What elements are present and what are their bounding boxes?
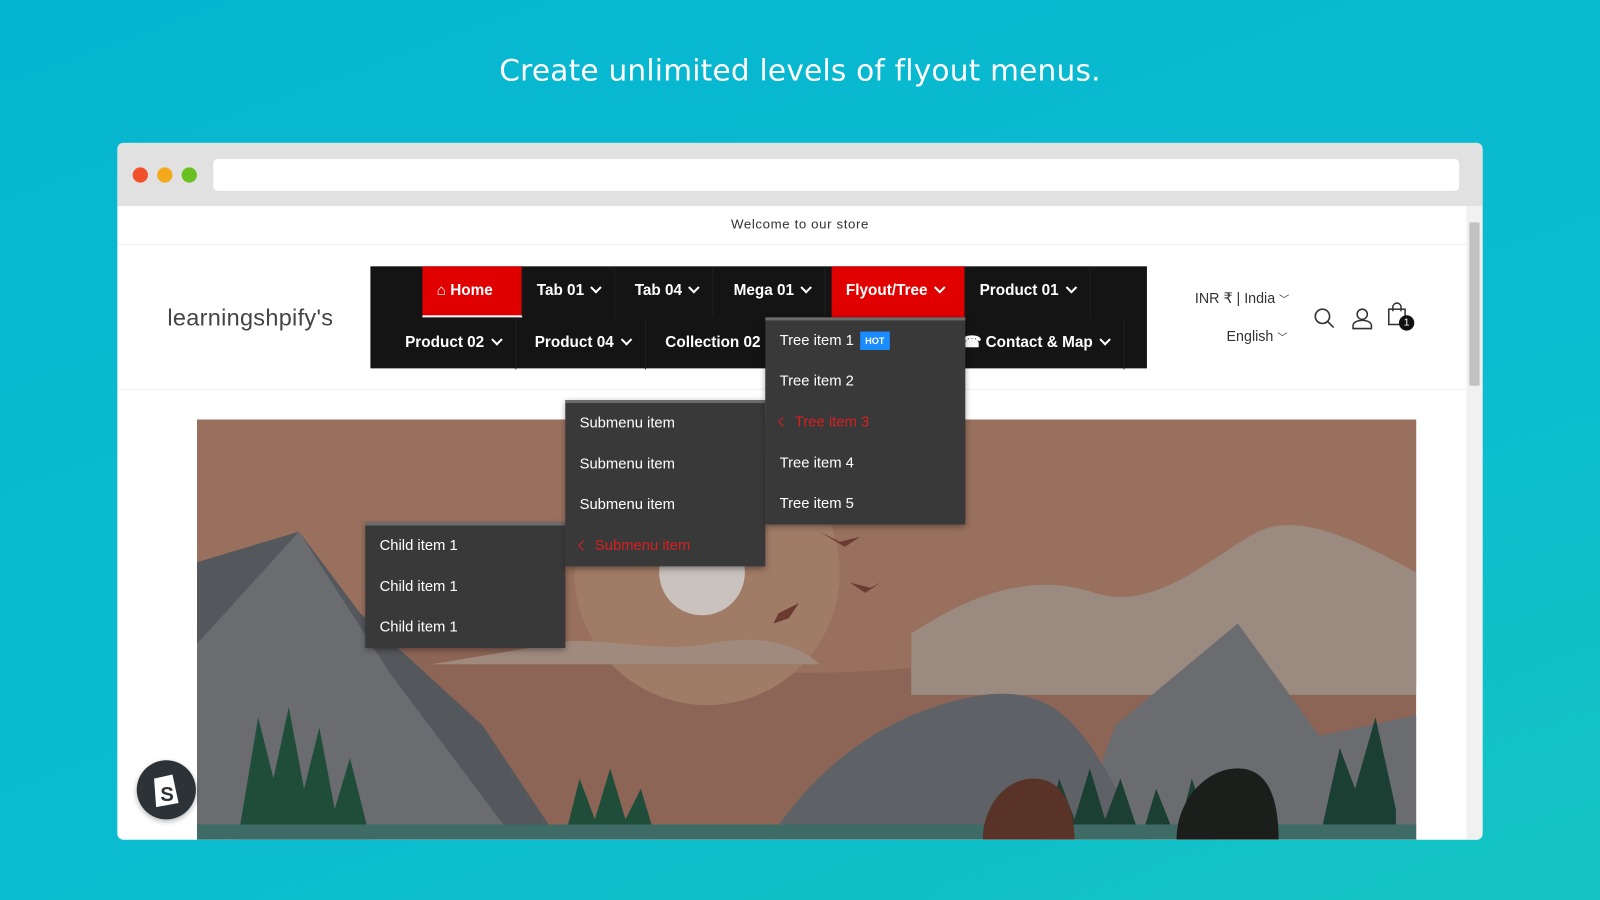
nav-collection-02[interactable]: Collection 02 [651,318,776,370]
currency-selector[interactable]: INR ₹ | India ﹀ [1195,290,1289,307]
nav-product-02[interactable]: Product 02 [391,318,516,370]
submenu-flyout: Submenu item Submenu item Submenu item S… [565,399,766,567]
child-item[interactable]: Child item 1 [365,607,565,648]
account-icon[interactable] [1351,307,1373,330]
close-dot[interactable] [132,167,148,183]
store-logo[interactable]: learningshpify's [167,304,333,332]
child-flyout-menu: Child item 1 Child item 1 Child item 1 [365,522,566,648]
search-icon[interactable] [1313,307,1335,329]
submenu-item[interactable]: Submenu item [565,485,765,526]
scrollbar[interactable] [1466,206,1483,840]
chevron-down-icon [620,334,632,346]
minimize-dot[interactable] [157,167,173,183]
chevron-down-icon [1099,334,1111,346]
shopify-badge[interactable]: S [136,760,196,820]
maximize-dot[interactable] [181,167,197,183]
child-item[interactable]: Child item 1 [365,526,565,567]
language-selector[interactable]: English ﹀ [1227,328,1288,344]
chevron-left-icon [778,416,789,427]
address-bar[interactable] [213,159,1460,191]
announcement-bar: Welcome to our store [117,206,1483,245]
submenu-item[interactable]: Submenu item [565,444,765,485]
browser-window: Welcome to our store learningshpify's ⌂ … [117,142,1483,840]
hot-badge: HOT [859,331,890,350]
browser-chrome [117,142,1483,207]
submenu-item[interactable]: Submenu item [565,403,765,444]
chevron-left-icon [578,540,589,551]
tree-item-4[interactable]: Tree item 4 [765,443,965,484]
chevron-down-icon [800,281,813,294]
chevron-down-icon [1065,281,1077,294]
child-item[interactable]: Child item 1 [365,566,565,607]
tree-item-3[interactable]: Tree item 3 [765,402,965,443]
nav-product-01[interactable]: Product 01 [965,266,1091,318]
nav-contact-map[interactable]: ☎ Contact & Map [948,318,1125,370]
headline: Create unlimited levels of flyout menus. [499,53,1101,88]
cart-count-badge: 1 [1398,315,1415,331]
chevron-down-icon [490,334,503,346]
shopify-bag-icon: S [154,774,179,808]
tree-item-1[interactable]: Tree item 1 HOT [765,320,965,361]
main-nav: ⌂ Home Tab 01 Tab 04 Mega 01 Flyout/Tree… [370,266,1147,370]
nav-tab-01[interactable]: Tab 01 [522,266,616,318]
nav-flyout-tree[interactable]: Flyout/Tree [831,266,966,318]
chevron-down-icon [934,281,946,294]
tree-item-2[interactable]: Tree item 2 [765,361,965,402]
tree-item-5[interactable]: Tree item 5 [765,484,965,525]
nav-tab-04[interactable]: Tab 04 [620,266,714,318]
scrollbar-thumb[interactable] [1469,222,1480,386]
svg-text:S: S [160,784,174,806]
nav-home[interactable]: ⌂ Home [422,266,523,318]
chevron-down-icon [590,281,603,294]
nav-product-04[interactable]: Product 04 [520,318,646,370]
home-icon: ⌂ [436,281,446,299]
tree-flyout-menu: Tree item 1 HOT Tree item 2 Tree item 3 T… [765,317,966,525]
chevron-down-icon [688,281,701,294]
submenu-item-active[interactable]: Submenu item [565,526,765,567]
nav-mega-01[interactable]: Mega 01 [719,266,826,318]
